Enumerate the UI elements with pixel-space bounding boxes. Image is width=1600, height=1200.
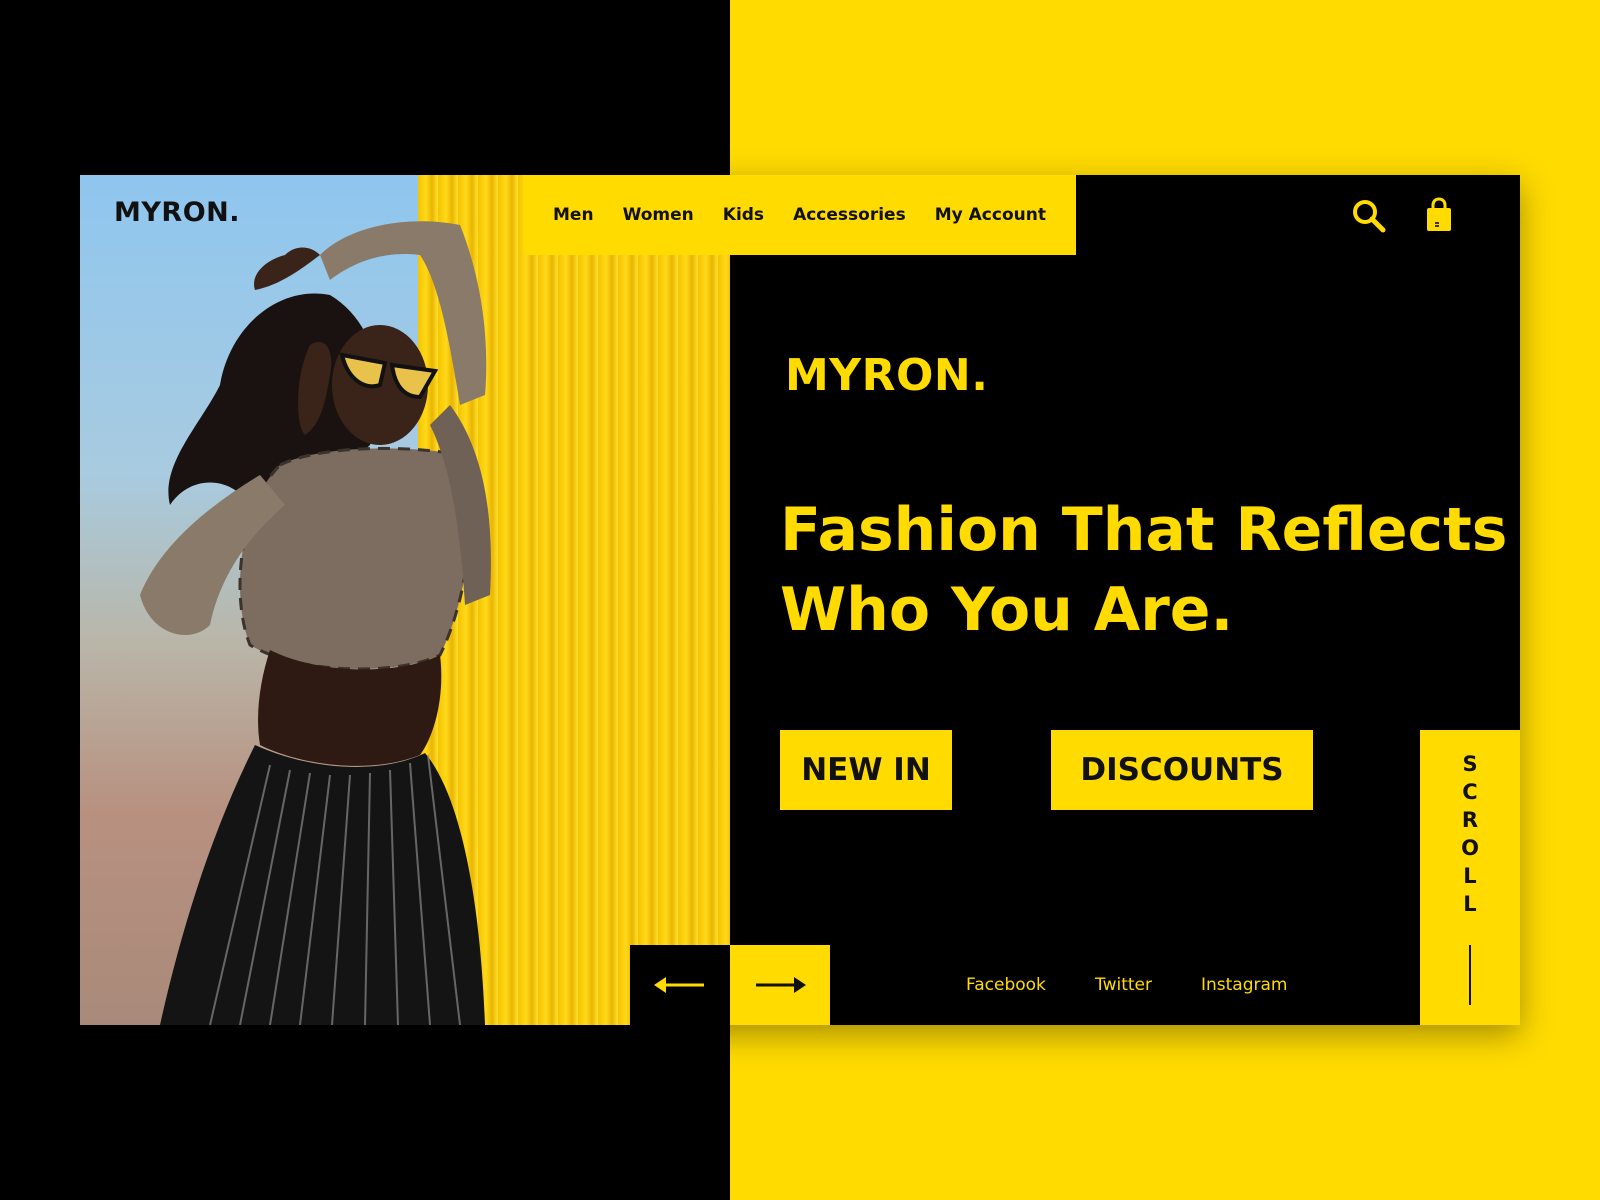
scroll-indicator[interactable]: S C R O L L [1420,730,1520,1025]
brand-title: MYRON. [785,350,989,401]
discounts-button[interactable]: DISCOUNTS [1051,730,1313,810]
nav-item-kids[interactable]: Kids [723,205,764,225]
arrow-right-icon [756,977,806,993]
nav-item-accessories[interactable]: Accessories [793,205,906,225]
scroll-letter: L [1463,864,1477,888]
scroll-letter: S [1462,752,1478,776]
hero-card: MYRON. Men Women Kids Accessories My Acc… [80,175,1520,1025]
next-slide-button[interactable] [730,945,830,1025]
nav-item-my-account[interactable]: My Account [935,205,1046,225]
hero-headline: Fashion That Reflects Who You Are. [780,490,1508,650]
scroll-letter: C [1462,780,1478,804]
scroll-line [1469,945,1471,1005]
twitter-link[interactable]: Twitter [1095,975,1152,995]
scroll-letter: O [1461,836,1479,860]
nav-item-women[interactable]: Women [623,205,694,225]
instagram-link[interactable]: Instagram [1201,975,1288,995]
prev-slide-button[interactable] [630,945,730,1025]
hero-photo: MYRON. [80,175,730,1025]
headline-line-1: Fashion That Reflects [780,495,1508,565]
model-illustration [140,221,491,1025]
scroll-label: S C R O L L [1420,750,1520,918]
facebook-link[interactable]: Facebook [966,975,1046,995]
scroll-letter: R [1461,808,1479,832]
new-in-button[interactable]: NEW IN [780,730,952,810]
shopping-bag-icon[interactable] [1424,197,1454,233]
headline-line-2: Who You Are. [780,575,1234,645]
main-nav: Men Women Kids Accessories My Account [523,175,1076,255]
arrow-left-icon [654,977,704,993]
scroll-letter: L [1463,892,1477,916]
search-icon[interactable] [1350,197,1388,235]
logo[interactable]: MYRON. [114,197,240,228]
nav-item-men[interactable]: Men [553,205,594,225]
